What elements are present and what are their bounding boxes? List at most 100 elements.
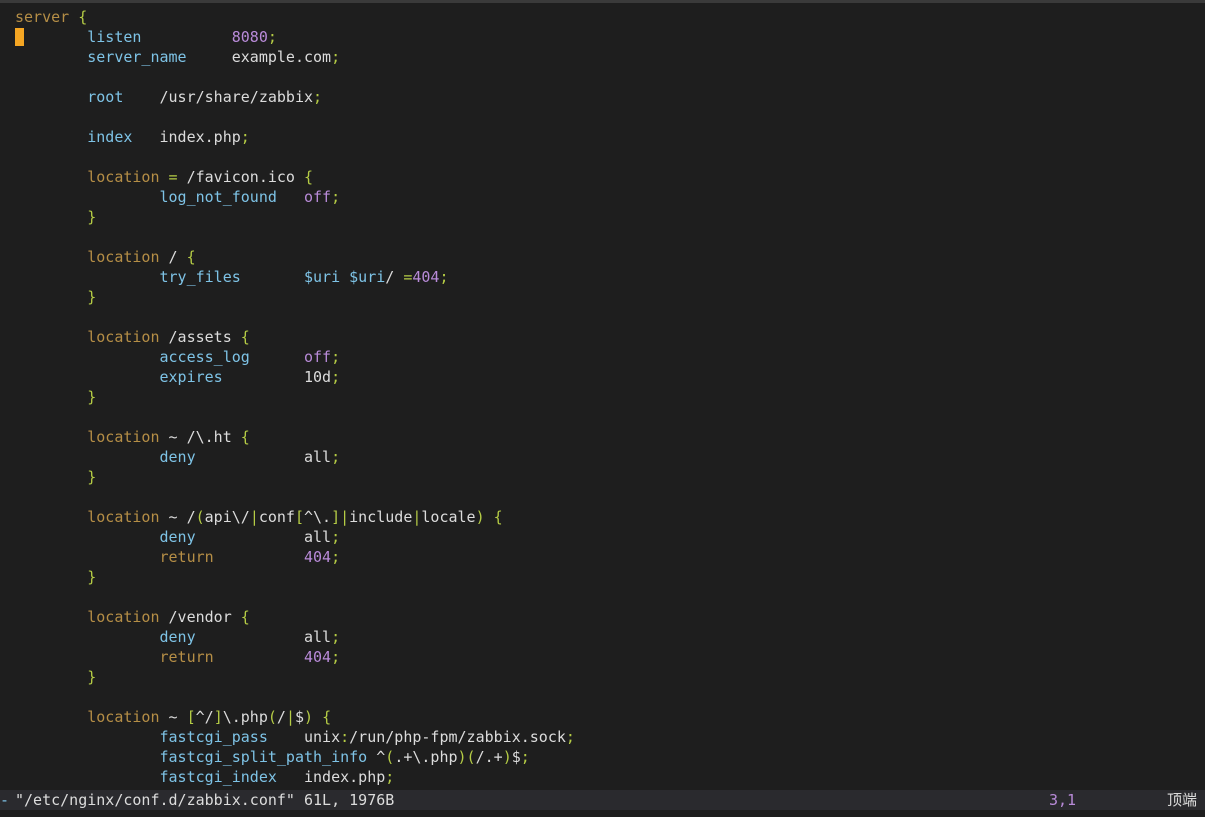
code-line[interactable]: [0, 67, 1205, 87]
code-line[interactable]: location /vendor {: [0, 607, 1205, 627]
code-line[interactable]: location / {: [0, 247, 1205, 267]
code-line[interactable]: log_not_found off;: [0, 187, 1205, 207]
code-line[interactable]: [0, 107, 1205, 127]
code-token: return: [159, 648, 214, 666]
code-token: }: [87, 208, 97, 226]
code-line[interactable]: }: [0, 207, 1205, 227]
code-line[interactable]: [0, 227, 1205, 247]
code-token: ;: [313, 88, 323, 106]
terminal-window[interactable]: server { listen 8080; server_name exampl…: [0, 0, 1205, 817]
code-token: ;: [331, 528, 341, 546]
code-token: root: [87, 88, 124, 106]
code-line[interactable]: fastcgi_index index.php;: [0, 767, 1205, 787]
code-token: all: [195, 448, 332, 466]
code-token: ): [304, 708, 314, 726]
code-token: example.com: [186, 48, 332, 66]
code-token: )(: [457, 748, 476, 766]
code-token: index.php: [132, 128, 241, 146]
code-line[interactable]: try_files $uri $uri/ =404;: [0, 267, 1205, 287]
code-token: ;: [331, 48, 341, 66]
code-line[interactable]: [0, 587, 1205, 607]
code-token: ;: [439, 268, 449, 286]
code-token: {: [186, 248, 196, 266]
code-line[interactable]: deny all;: [0, 447, 1205, 467]
code-line[interactable]: location = /favicon.ico {: [0, 167, 1205, 187]
code-token: (: [385, 748, 395, 766]
code-line[interactable]: return 404;: [0, 647, 1205, 667]
code-token: ;: [267, 28, 277, 46]
code-token: ;: [331, 548, 341, 566]
code-token: ;: [331, 448, 341, 466]
code-line[interactable]: location ~ [^/]\.php(/|$) {: [0, 707, 1205, 727]
code-line[interactable]: location /assets {: [0, 327, 1205, 347]
code-token: ;: [240, 128, 250, 146]
code-token: ]|: [331, 508, 350, 526]
code-line[interactable]: }: [0, 567, 1205, 587]
code-line[interactable]: location ~ /\.ht {: [0, 427, 1205, 447]
code-line[interactable]: }: [0, 287, 1205, 307]
editor-buffer[interactable]: server { listen 8080; server_name exampl…: [0, 7, 1205, 787]
code-line[interactable]: index index.php;: [0, 127, 1205, 147]
code-token: ~: [159, 708, 187, 726]
code-token: location: [87, 168, 160, 186]
code-line[interactable]: [0, 407, 1205, 427]
code-line[interactable]: [0, 687, 1205, 707]
code-token: all: [195, 628, 332, 646]
status-message: "/etc/nginx/conf.d/zabbix.conf" 61L, 197…: [15, 791, 395, 809]
code-line[interactable]: return 404;: [0, 547, 1205, 567]
code-line[interactable]: deny all;: [0, 627, 1205, 647]
code-token: |: [285, 708, 295, 726]
code-line[interactable]: [0, 147, 1205, 167]
code-token: |: [249, 508, 259, 526]
code-line[interactable]: fastcgi_pass unix:/run/php-fpm/zabbix.so…: [0, 727, 1205, 747]
status-bar: - "/etc/nginx/conf.d/zabbix.conf" 61L, 1…: [0, 790, 1205, 810]
cursor-position: 3,1: [1049, 791, 1077, 809]
code-line[interactable]: access_log off;: [0, 347, 1205, 367]
code-token: ;: [520, 748, 530, 766]
code-token: 8080: [231, 28, 268, 46]
code-line[interactable]: fastcgi_split_path_info ^(.+\.php)(/.+)$…: [0, 747, 1205, 767]
code-token: ~ /\.ht: [159, 428, 241, 446]
code-token: location: [87, 428, 160, 446]
code-token: /run/php-fpm/zabbix.sock: [349, 728, 566, 746]
code-line[interactable]: }: [0, 387, 1205, 407]
code-line[interactable]: }: [0, 667, 1205, 687]
code-line[interactable]: expires 10d;: [0, 367, 1205, 387]
code-token: ^/: [195, 708, 214, 726]
code-line[interactable]: server {: [0, 7, 1205, 27]
code-token: off: [304, 188, 332, 206]
code-line[interactable]: [0, 307, 1205, 327]
status-left-mark: -: [0, 791, 10, 809]
code-line[interactable]: [0, 487, 1205, 507]
code-line[interactable]: }: [0, 467, 1205, 487]
code-line[interactable]: location ~ /(api\/|conf[^\.]|include|loc…: [0, 507, 1205, 527]
code-line[interactable]: deny all;: [0, 527, 1205, 547]
code-token: try_files: [159, 268, 241, 286]
code-line[interactable]: server_name example.com;: [0, 47, 1205, 67]
code-token: fastcgi_index: [159, 768, 277, 786]
code-token: 404: [304, 648, 332, 666]
code-token: location: [87, 248, 160, 266]
command-line[interactable]: [0, 810, 1205, 817]
code-line[interactable]: root /usr/share/zabbix;: [0, 87, 1205, 107]
code-token: index.php: [276, 768, 386, 786]
code-line[interactable]: listen 8080;: [0, 27, 1205, 47]
code-token: deny: [159, 528, 196, 546]
code-token: {: [240, 428, 250, 446]
